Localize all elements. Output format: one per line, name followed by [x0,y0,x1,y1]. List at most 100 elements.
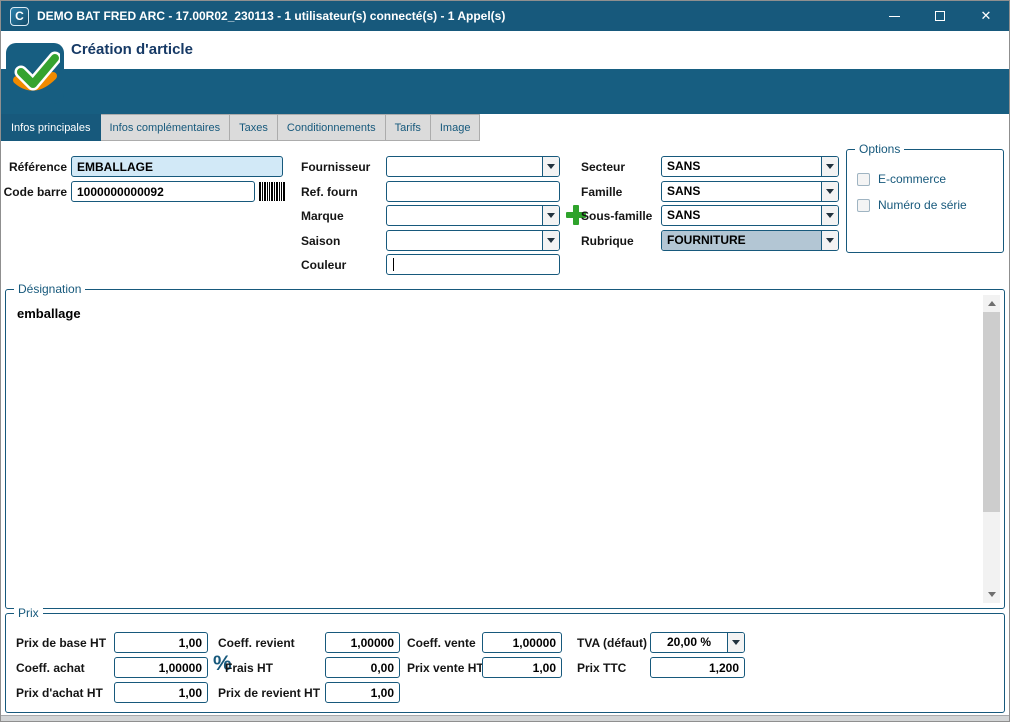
coeff-revient-input[interactable] [325,632,400,653]
secteur-select[interactable]: SANS [661,156,839,177]
arrow-up-icon [988,301,996,306]
saison-value [387,231,542,250]
options-title: Options [855,142,904,156]
coeff-achat-label: Coeff. achat [16,661,85,675]
fournisseur-dropdown-button[interactable] [542,157,559,176]
famille-label: Famille [581,185,622,199]
status-bar-sliver [1,715,1009,721]
saison-dropdown-button[interactable] [542,231,559,250]
frais-ht-input[interactable] [325,657,400,678]
minimize-icon [889,16,900,17]
code-barre-label: Code barre [1,185,67,199]
barcode-icon [259,182,285,201]
options-groupbox: Options E-commerce Numéro de série [846,149,1004,253]
prix-achat-ht-label: Prix d'achat HT [16,686,103,700]
coeff-revient-label: Coeff. revient [218,636,295,650]
window-title: DEMO BAT FRED ARC - 17.00R02_230113 - 1 … [37,9,871,23]
scroll-down-button[interactable] [983,586,1000,603]
sous-famille-value: SANS [662,206,821,225]
chevron-down-icon [547,238,555,243]
chevron-down-icon [826,164,834,169]
secteur-dropdown-button[interactable] [821,157,838,176]
ref-fourn-input[interactable] [386,181,560,202]
tva-defaut-label: TVA (défaut) [577,636,647,650]
chevron-down-icon [547,164,555,169]
coeff-vente-label: Coeff. vente [407,636,476,650]
tva-defaut-value: 20,00 % [651,633,727,652]
minimize-button[interactable] [871,1,917,31]
marque-select[interactable] [386,205,560,226]
chevron-down-icon [826,238,834,243]
secteur-label: Secteur [581,160,625,174]
rubrique-dropdown-button[interactable] [821,231,838,250]
rubrique-select[interactable]: FOURNITURE [661,230,839,251]
prix-revient-ht-label: Prix de revient HT [218,686,320,700]
designation-text[interactable]: emballage [17,306,81,321]
prix-vente-ht-input[interactable] [482,657,562,678]
header-band [1,69,1009,114]
saison-label: Saison [301,234,340,248]
rubrique-label: Rubrique [581,234,634,248]
ref-fourn-label: Ref. fourn [301,185,358,199]
rubrique-value: FOURNITURE [662,231,821,250]
ecommerce-label: E-commerce [878,172,946,186]
arrow-down-icon [988,592,996,597]
maximize-button[interactable] [917,1,963,31]
tab-infos-complementaires[interactable]: Infos complémentaires [101,114,231,141]
prix-base-ht-input[interactable] [114,632,208,653]
app-icon: C [10,7,29,26]
ecommerce-checkbox[interactable] [857,173,870,186]
marque-dropdown-button[interactable] [542,206,559,225]
tva-defaut-select[interactable]: 20,00 % [650,632,745,653]
tab-conditionnements[interactable]: Conditionnements [278,114,386,141]
designation-groupbox: Désignation emballage [5,289,1005,609]
prix-title: Prix [14,606,43,620]
prix-ttc-input[interactable] [650,657,745,678]
prix-groupbox: Prix Prix de base HT Coeff. revient Coef… [5,613,1005,713]
frais-ht-label: Frais HT [225,661,273,675]
titlebar: C DEMO BAT FRED ARC - 17.00R02_230113 - … [1,1,1009,31]
chevron-down-icon [547,213,555,218]
application-window: C DEMO BAT FRED ARC - 17.00R02_230113 - … [0,0,1010,722]
numero-serie-label: Numéro de série [878,198,967,212]
ecommerce-option[interactable]: E-commerce [857,172,946,186]
numero-serie-option[interactable]: Numéro de série [857,198,967,212]
reference-input[interactable] [71,156,283,177]
couleur-input[interactable] [386,254,560,275]
code-barre-input[interactable] [71,181,255,202]
page-title: Création d'article [71,41,193,58]
couleur-label: Couleur [301,258,346,272]
tab-infos-principales[interactable]: Infos principales [1,114,101,141]
maximize-icon [935,11,945,21]
chevron-down-icon [732,640,740,645]
prix-ttc-label: Prix TTC [577,661,626,675]
sous-famille-label: Sous-famille [581,209,652,223]
famille-dropdown-button[interactable] [821,182,838,201]
designation-title: Désignation [14,282,85,296]
scroll-up-button[interactable] [983,295,1000,312]
fournisseur-value [387,157,542,176]
sous-famille-select[interactable]: SANS [661,205,839,226]
tab-tarifs[interactable]: Tarifs [386,114,431,141]
marque-value [387,206,542,225]
prix-achat-ht-input[interactable] [114,682,208,703]
tab-bar: Infos principales Infos complémentaires … [1,114,1009,141]
designation-scrollbar[interactable] [983,295,1000,603]
famille-select[interactable]: SANS [661,181,839,202]
prix-revient-ht-input[interactable] [325,682,400,703]
secteur-value: SANS [662,157,821,176]
tab-taxes[interactable]: Taxes [230,114,278,141]
prix-base-ht-label: Prix de base HT [16,636,106,650]
fournisseur-select[interactable] [386,156,560,177]
tva-dropdown-button[interactable] [727,633,744,652]
coeff-achat-input[interactable] [114,657,208,678]
close-button[interactable]: ✕ [963,1,1009,31]
saison-select[interactable] [386,230,560,251]
tab-image[interactable]: Image [431,114,481,141]
sous-famille-dropdown-button[interactable] [821,206,838,225]
chevron-down-icon [826,189,834,194]
scrollbar-thumb[interactable] [983,312,1000,512]
coeff-vente-input[interactable] [482,632,562,653]
main-form: Référence Code barre Fournisseur Ref. fo… [1,141,1009,289]
numero-serie-checkbox[interactable] [857,199,870,212]
